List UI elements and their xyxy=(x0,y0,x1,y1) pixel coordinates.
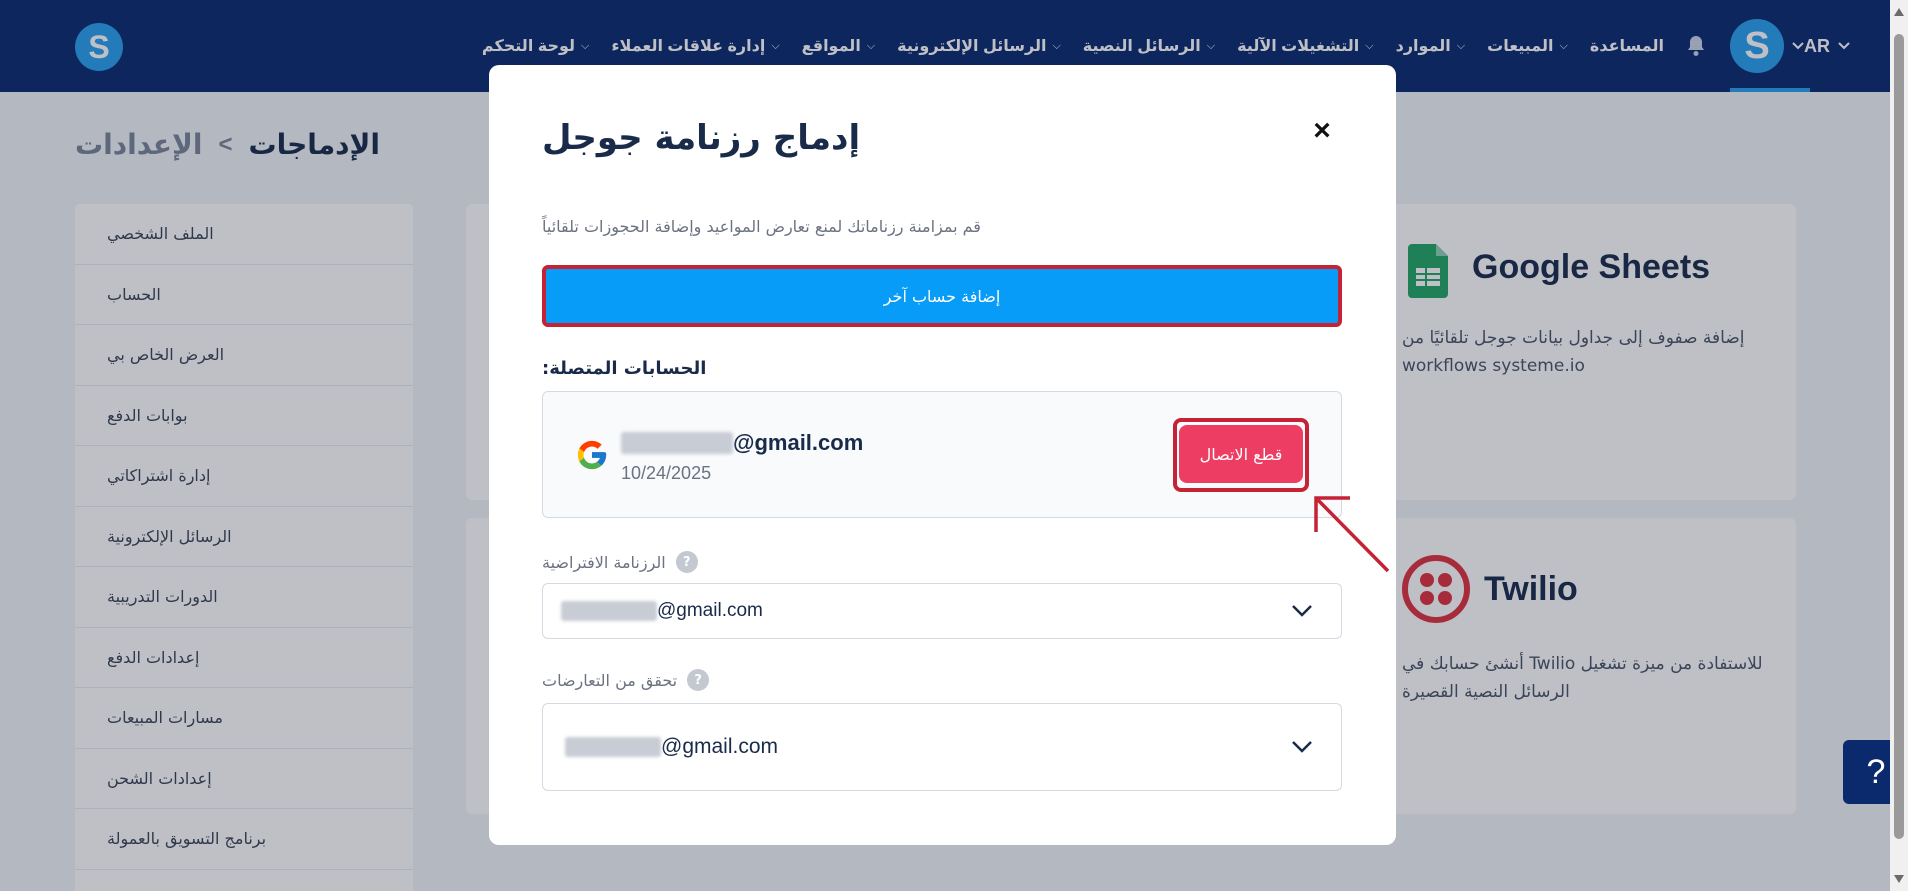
redacted-username xyxy=(565,737,661,757)
redacted-username xyxy=(561,601,657,621)
connected-accounts-label: الحسابات المتصلة: xyxy=(542,358,707,379)
check-conflicts-label: تحقق من التعارضات ? xyxy=(542,669,710,691)
check-conflicts-value: @gmail.com xyxy=(661,735,779,758)
page-scrollbar[interactable] xyxy=(1890,0,1908,891)
scroll-up-icon[interactable] xyxy=(1894,8,1904,16)
help-icon[interactable]: ? xyxy=(675,551,698,573)
default-calendar-select[interactable]: @gmail.com xyxy=(542,583,1342,639)
help-icon[interactable]: ? xyxy=(687,669,710,691)
scrollbar-thumb[interactable] xyxy=(1894,34,1904,839)
google-calendar-modal: إدماج رزنامة جوجل × قم بمزامنة رزناماتك … xyxy=(489,65,1396,845)
add-account-button[interactable]: إضافة حساب آخر xyxy=(542,265,1342,327)
scroll-down-icon[interactable] xyxy=(1894,875,1904,883)
modal-title: إدماج رزنامة جوجل xyxy=(542,118,861,158)
disconnect-button[interactable]: قطع الاتصال xyxy=(1179,425,1303,483)
default-calendar-label-text: الرزنامة الافتراضية xyxy=(542,552,666,572)
account-email: @gmail.com xyxy=(621,430,863,456)
default-calendar-value: @gmail.com xyxy=(657,600,763,621)
default-calendar-label: الرزنامة الافتراضية ? xyxy=(542,551,698,573)
annotation-arrow-icon xyxy=(1314,496,1390,573)
redacted-username xyxy=(621,432,733,454)
chevron-down-icon xyxy=(1292,741,1312,753)
close-icon[interactable]: × xyxy=(1308,114,1336,147)
chevron-down-icon xyxy=(1292,605,1312,617)
google-icon xyxy=(577,440,607,470)
connected-account-card: @gmail.com 10/24/2025 قطع الاتصال xyxy=(542,391,1342,518)
account-connected-date: 10/24/2025 xyxy=(621,463,712,483)
check-conflicts-label-text: تحقق من التعارضات xyxy=(542,670,678,690)
modal-subtitle: قم بمزامنة رزناماتك لمنع تعارض المواعيد … xyxy=(542,217,981,236)
check-conflicts-select[interactable]: @gmail.com xyxy=(542,703,1342,791)
email-domain: @gmail.com xyxy=(733,430,864,455)
